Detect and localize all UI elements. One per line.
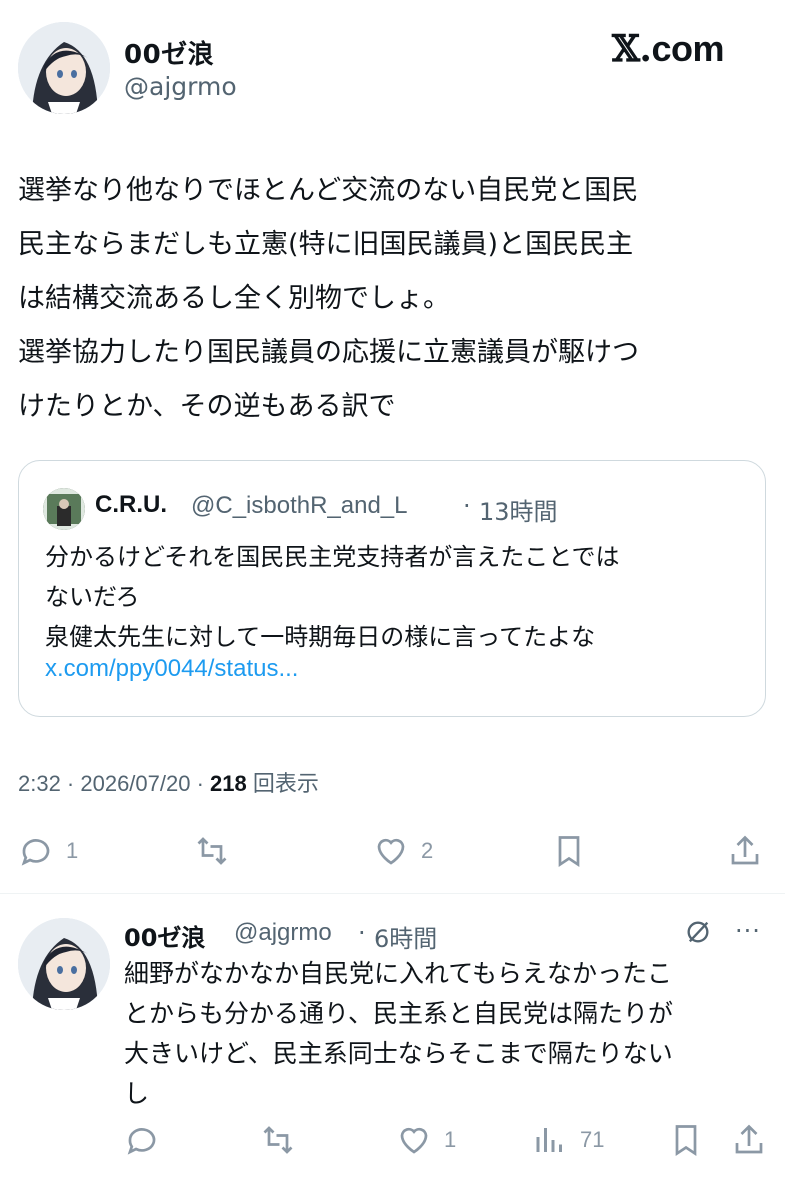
bookmark-icon <box>675 1125 697 1157</box>
reply-icon <box>21 839 50 866</box>
x-logo: 𝕏.com <box>612 28 724 70</box>
reply-icon <box>127 1128 156 1155</box>
reply-count: 1 <box>66 838 79 863</box>
share-button[interactable] <box>727 833 763 869</box>
grok-icon[interactable] <box>684 918 712 946</box>
x-logo-mark: 𝕏. <box>612 28 652 70</box>
more-options-icon[interactable]: ··· <box>735 917 761 945</box>
reply-text: 細野がなかなか自民党に入れてもらえなかったこ とからも分かる通り、民主系と自民党… <box>124 959 674 1108</box>
author-handle[interactable]: @ajgrmo <box>124 72 237 101</box>
author-name[interactable]: 00ゼ浪 <box>124 34 214 71</box>
divider <box>0 893 785 894</box>
share-icon <box>731 835 759 865</box>
reply-retweet-button[interactable] <box>260 1122 308 1158</box>
reply-button[interactable]: 1 <box>18 833 78 869</box>
author-avatar[interactable] <box>18 22 110 114</box>
quoted-tweet-time: 13時間 <box>479 498 558 526</box>
reply-like-count: 1 <box>444 1127 457 1152</box>
tweet-timestamp[interactable]: 2:32 · 2026/07/20 · <box>18 771 210 796</box>
reply-bookmark-button[interactable] <box>668 1122 704 1158</box>
retweet-button[interactable] <box>194 833 242 869</box>
like-button[interactable]: 2 <box>373 833 433 869</box>
quoted-author-name: C.R.U. <box>95 491 167 518</box>
reply-views-count: 71 <box>580 1127 605 1152</box>
retweet-icon <box>197 837 227 865</box>
retweet-icon <box>263 1126 293 1154</box>
bookmark-button[interactable] <box>551 833 587 869</box>
view-label: 回表示 <box>246 771 319 796</box>
separator-dot: · <box>358 919 366 947</box>
reply-time[interactable]: 6時間 <box>374 919 437 954</box>
separator-dot: · <box>463 492 471 520</box>
bookmark-icon <box>558 836 580 868</box>
heart-icon <box>400 1127 428 1154</box>
x-logo-text: com <box>651 28 724 69</box>
reply-author-name[interactable]: 00ゼ浪 <box>124 918 205 953</box>
quoted-author-handle: @C_isbothR_and_L <box>191 492 408 519</box>
like-count: 2 <box>421 838 434 863</box>
quoted-tweet-link[interactable]: x.com/ppy0044/status... <box>45 655 298 683</box>
reply-reply-button[interactable] <box>124 1122 172 1158</box>
analytics-icon <box>536 1128 562 1152</box>
quoted-tweet-card[interactable]: C.R.U. @C_isbothR_and_L · 13時間 分かるけどそれを国… <box>18 460 766 717</box>
reply-author-handle[interactable]: @ajgrmo <box>234 919 332 947</box>
reply-share-button[interactable] <box>731 1122 767 1158</box>
quoted-tweet-text: 分かるけどそれを国民民主党支持者が言えたことでは ないだろ 泉健太先生に対して一… <box>45 543 620 651</box>
share-icon <box>735 1124 763 1154</box>
view-count: 218 <box>210 771 247 796</box>
tweet-meta: 2:32 · 2026/07/20 · 218 回表示 <box>18 766 319 798</box>
quoted-author-avatar <box>43 488 85 530</box>
tweet-text: 選挙なり他なりでほとんど交流のない自民党と国民 民主ならまだしも立憲(特に旧国民… <box>18 175 639 422</box>
heart-icon <box>377 838 405 865</box>
reply-views-button[interactable]: 71 <box>532 1122 604 1158</box>
reply-like-button[interactable]: 1 <box>396 1122 456 1158</box>
reply-author-avatar[interactable] <box>18 918 110 1010</box>
